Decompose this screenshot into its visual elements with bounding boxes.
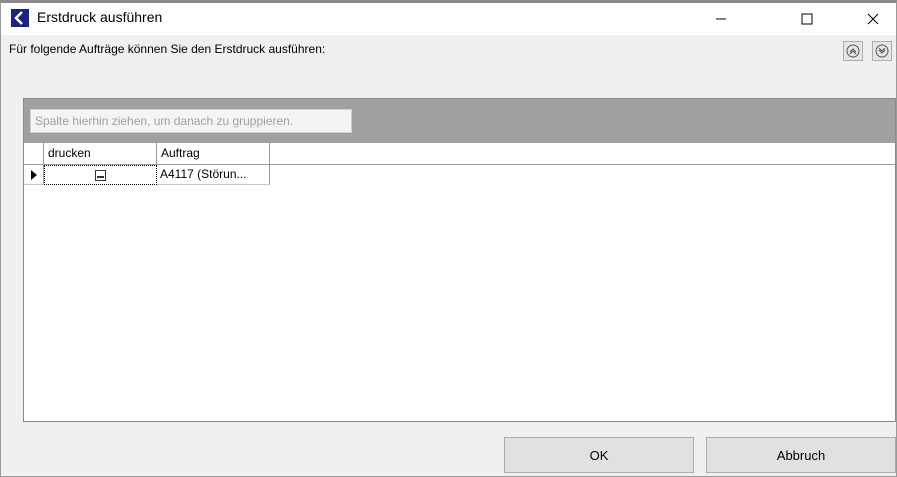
- minimize-button[interactable]: [698, 3, 744, 35]
- back-arrow-icon: [11, 9, 29, 27]
- column-header-auftrag[interactable]: Auftrag: [157, 143, 270, 165]
- maximize-icon: [801, 13, 813, 25]
- orders-grid[interactable]: Spalte hierhin ziehen, um danach zu grup…: [23, 98, 896, 422]
- drucken-cell[interactable]: [44, 165, 157, 185]
- group-by-placeholder: Spalte hierhin ziehen, um danach zu grup…: [30, 109, 352, 133]
- ok-button[interactable]: OK: [504, 437, 694, 473]
- drucken-checkbox[interactable]: [95, 169, 106, 181]
- expand-all-button[interactable]: [843, 41, 863, 61]
- group-by-panel[interactable]: Spalte hierhin ziehen, um danach zu grup…: [24, 99, 895, 143]
- header-filler: [270, 143, 895, 165]
- collapse-all-button[interactable]: [872, 41, 892, 61]
- dialog-window: Erstdruck ausführen Für folgende Aufträg…: [0, 0, 897, 477]
- row-indicator-header: [24, 143, 44, 165]
- minimize-icon: [716, 18, 726, 20]
- cancel-button[interactable]: Abbruch: [706, 437, 896, 473]
- expand-all-icon: [846, 44, 860, 58]
- instruction-text: Für folgende Aufträge können Sie den Ers…: [9, 42, 326, 56]
- title-bar: Erstdruck ausführen: [1, 3, 896, 35]
- close-icon: [867, 13, 879, 25]
- maximize-button[interactable]: [784, 3, 830, 35]
- auftrag-cell[interactable]: A4117 (Störun...: [157, 165, 270, 185]
- column-header-drucken[interactable]: drucken: [44, 143, 157, 165]
- row-indicator: [24, 165, 44, 185]
- collapse-all-icon: [875, 44, 889, 58]
- current-row-arrow-icon: [30, 169, 37, 180]
- window-title: Erstdruck ausführen: [37, 9, 163, 25]
- table-row[interactable]: A4117 (Störun...: [24, 165, 895, 185]
- close-button[interactable]: [850, 3, 896, 35]
